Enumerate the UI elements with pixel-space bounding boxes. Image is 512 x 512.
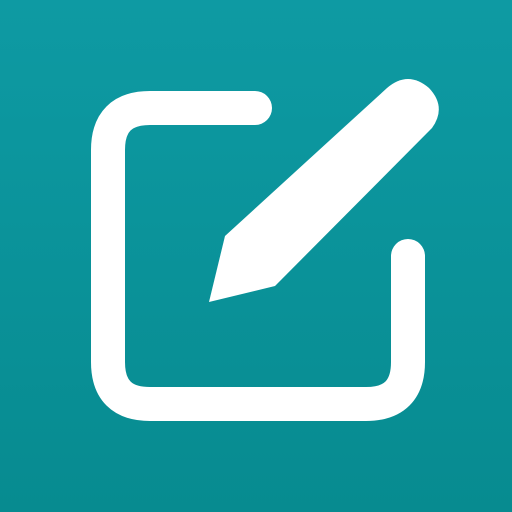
app-icon[interactable] (0, 0, 512, 512)
edit-note-icon (91, 79, 439, 421)
